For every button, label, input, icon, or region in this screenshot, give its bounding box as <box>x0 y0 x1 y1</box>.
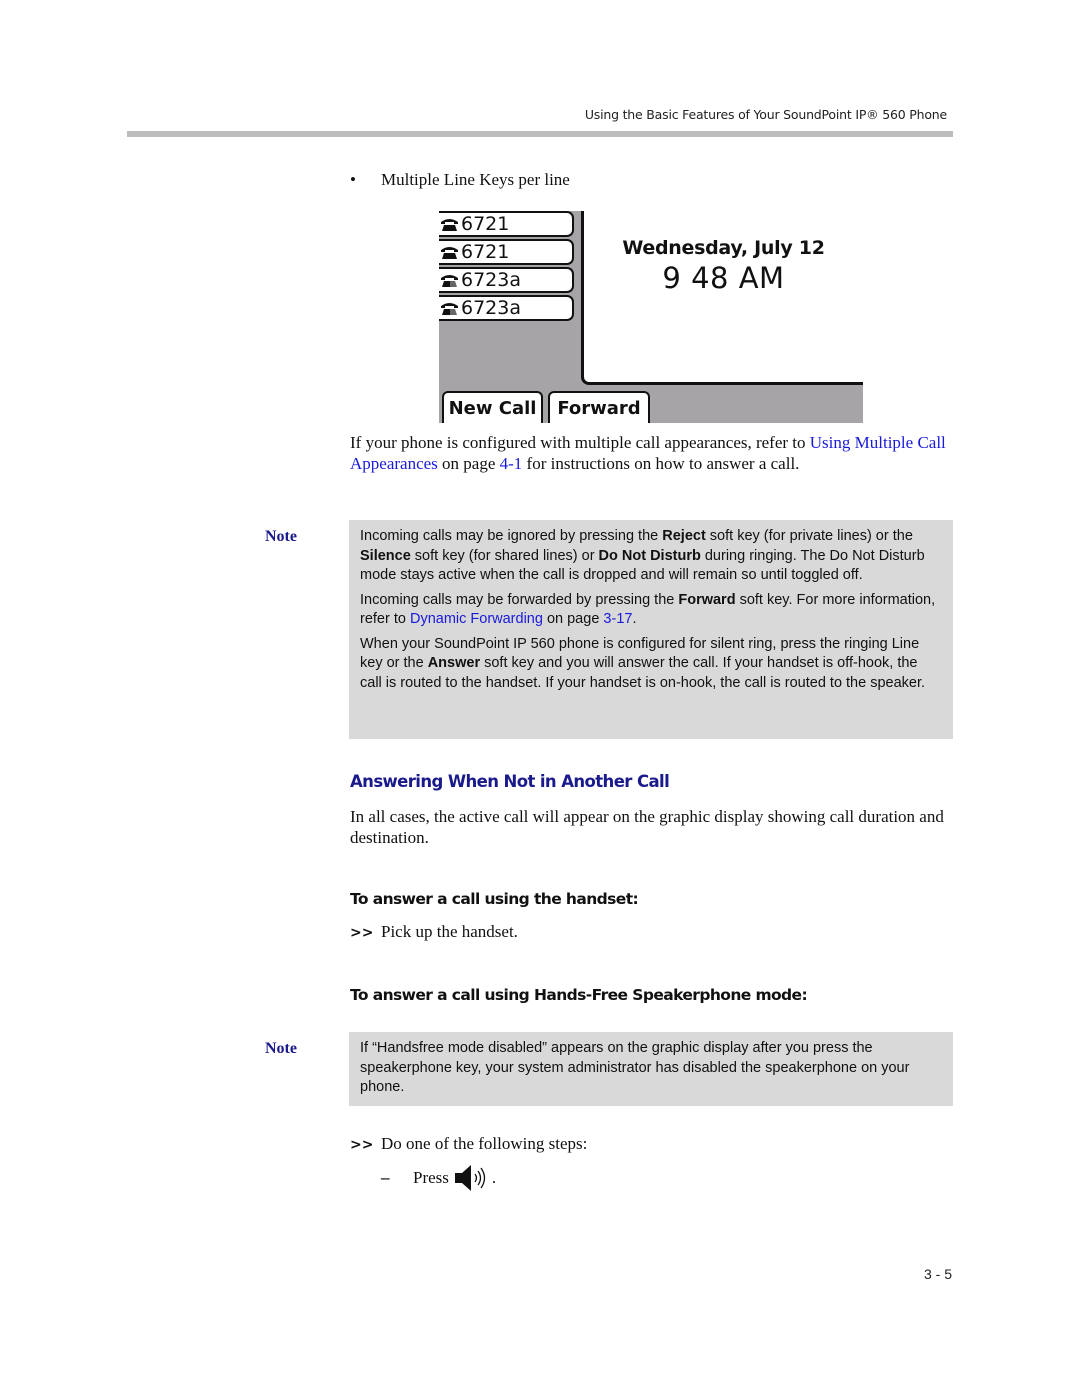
line-key-label: 6723a <box>461 297 521 319</box>
display-date: Wednesday, July 12 <box>622 237 825 259</box>
bullet-item: • Multiple Line Keys per line <box>350 170 570 190</box>
line-key-label: 6721 <box>461 241 510 263</box>
display-time: 9 48 AM <box>662 261 785 295</box>
bullet-symbol: • <box>350 170 356 189</box>
line-key-1: 6721 <box>439 211 574 237</box>
phone-screen-illustration: 6721 6721 6723a 6723a Wednesday, July 12… <box>439 211 863 423</box>
line-key-2: 6721 <box>439 239 574 265</box>
line-key-3: 6723a <box>439 267 574 293</box>
line-key-label: 6721 <box>461 213 510 235</box>
running-header: Using the Basic Features of Your SoundPo… <box>584 107 947 122</box>
link-page-3-17[interactable]: 3-17 <box>603 611 632 627</box>
procedure-substep: – Press . <box>381 1164 496 1192</box>
softkey-new-call: New Call <box>442 391 543 423</box>
speakerphone-icon <box>454 1165 486 1191</box>
note-label: Note <box>265 528 297 545</box>
softkey-forward: Forward <box>548 391 650 423</box>
page-number: 3 - 5 <box>923 1266 952 1282</box>
phone-handset-icon <box>441 246 458 259</box>
phone-handset-icon <box>441 218 458 231</box>
note-box: Incoming calls may be ignored by pressin… <box>349 520 953 739</box>
section-heading: Answering When Not in Another Call <box>350 772 670 791</box>
note-box: If “Handsfree mode disabled” appears on … <box>349 1032 953 1106</box>
link-page-4-1[interactable]: 4-1 <box>500 454 523 473</box>
intro-paragraph: If your phone is configured with multipl… <box>350 433 946 473</box>
line-key-label: 6723a <box>461 269 521 291</box>
substep-marker: – <box>381 1168 390 1187</box>
procedure-heading-speakerphone: To answer a call using Hands-Free Speake… <box>350 986 808 1004</box>
note-paragraph: If “Handsfree mode disabled” appears on … <box>360 1040 910 1095</box>
procedure-heading-handset: To answer a call using the handset: <box>350 890 639 908</box>
shared-line-phone-icon <box>441 302 458 315</box>
step-marker: >> <box>350 1137 374 1153</box>
link-dynamic-forwarding[interactable]: Dynamic Forwarding <box>410 611 543 627</box>
note-paragraph: Incoming calls may be ignored by pressin… <box>360 528 925 583</box>
note-label: Note <box>265 1040 297 1057</box>
procedure-step: >> Do one of the following steps: <box>350 1134 588 1153</box>
note-paragraph: When your SoundPoint IP 560 phone is con… <box>360 635 926 691</box>
bullet-text: Multiple Line Keys per line <box>381 170 570 189</box>
line-key-4: 6723a <box>439 295 574 321</box>
note-paragraph: Incoming calls may be forwarded by press… <box>360 591 936 628</box>
shared-line-phone-icon <box>441 274 458 287</box>
section-body: In all cases, the active call will appea… <box>350 807 944 847</box>
idle-display-area: Wednesday, July 12 9 48 AM <box>581 211 863 385</box>
procedure-step: >> Pick up the handset. <box>350 922 518 941</box>
header-rule <box>127 131 953 137</box>
step-marker: >> <box>350 925 374 941</box>
